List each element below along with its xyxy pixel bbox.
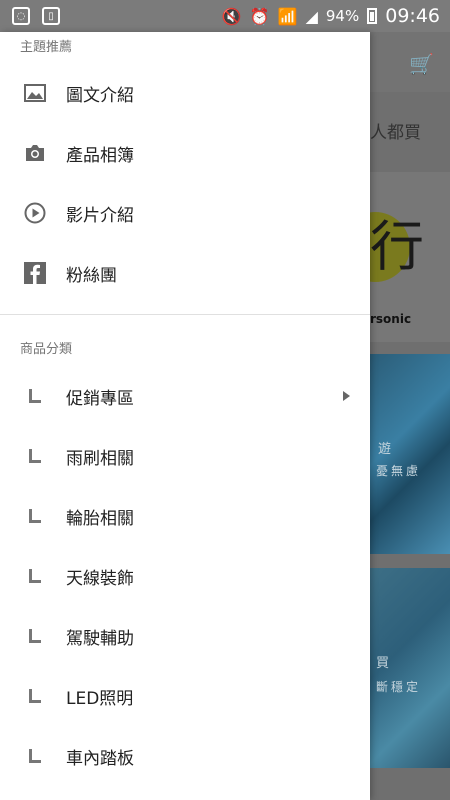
subcategory-icon [23,444,47,468]
subcategory-icon [23,384,47,408]
play-icon [23,201,47,225]
subcategory-icon [23,504,47,528]
drawer-item-label: 天線裝飾 [66,568,134,589]
banner3-line1: 買 [376,656,390,671]
app-header: 🛒 [370,32,450,92]
drawer-item-photo-album[interactable]: 產品相簿 [0,123,370,183]
partial-heading: 人都買 [370,123,421,143]
image-icon [23,81,47,105]
divider [0,314,370,315]
drawer-item-tires[interactable]: 輪胎相關 [0,486,370,546]
promo-banner-3[interactable]: 買 斷穩定 [370,568,450,768]
section-header-theme: 主題推薦 [20,40,73,55]
drawer-item-label: 輪胎相關 [66,508,134,529]
drawer-item-promotions[interactable]: 促銷專區 [0,366,370,426]
drawer-item-label: 車內踏板 [66,748,134,769]
banner-brand-fragment: rsonic [370,312,412,326]
camera-icon [23,141,47,165]
clock: 09:46 [385,5,440,27]
subcategory-icon [23,684,47,708]
notification-icon: ◌ [12,7,30,25]
expand-arrow-icon[interactable] [343,391,350,401]
banner-big-text: 行 [370,215,424,278]
drawer-item-label: 影片介紹 [66,205,134,226]
subcategory-icon [23,624,47,648]
drawer-item-fan-page[interactable]: 粉絲團 [0,243,370,303]
drawer-item-wipers[interactable]: 雨刷相關 [0,426,370,486]
alarm-icon: ⏰ [249,6,270,26]
signal-icon: ◢ [305,6,318,26]
navigation-drawer: 主題推薦 圖文介紹 產品相簿 影片介紹 粉絲團 商品分類 促銷專區 雨刷相關 輪… [0,32,370,800]
background-app[interactable]: 🛒 人都買 行 rsonic 遊 憂無慮 買 斷穩定 [370,32,450,800]
drawer-item-video-intro[interactable]: 影片介紹 [0,183,370,243]
drawer-item-label: 雨刷相關 [66,448,134,469]
drawer-item-led-lighting[interactable]: LED照明 [0,666,370,726]
banner3-line2: 斷穩定 [376,680,422,694]
battery-icon [367,8,378,24]
mute-icon: 🔇 [221,6,242,26]
banner2-line1: 遊 [378,442,392,457]
drawer-item-floor-mats[interactable]: 車內踏板 [0,726,370,786]
status-bar: ◌ ▯ 🔇 ⏰ 📶 ◢ 94% 09:46 [0,0,450,32]
drawer-item-label: 粉絲團 [66,265,117,286]
drawer-item-label: 駕駛輔助 [66,628,134,649]
cart-icon[interactable]: 🛒 [409,52,434,76]
drawer-item-label: 產品相簿 [66,145,134,166]
drawer-item-label: LED照明 [66,688,134,709]
drawer-item-image-intro[interactable]: 圖文介紹 [0,63,370,123]
subcategory-icon [23,744,47,768]
drawer-item-antenna[interactable]: 天線裝飾 [0,546,370,606]
battery-percent: 94% [325,7,360,25]
drawer-item-label: 圖文介紹 [66,85,134,106]
drawer-item-label: 促銷專區 [66,388,134,409]
banner2-line2: 憂無慮 [376,464,422,478]
promo-banner[interactable]: 行 rsonic [370,172,450,342]
screenshot-icon: ▯ [42,7,60,25]
wifi-icon: 📶 [277,6,298,26]
facebook-icon [23,261,47,285]
promo-banner-2[interactable]: 遊 憂無慮 [370,354,450,554]
subcategory-icon [23,564,47,588]
section-header-category: 商品分類 [20,342,73,357]
drawer-item-driving-aid[interactable]: 駕駛輔助 [0,606,370,666]
